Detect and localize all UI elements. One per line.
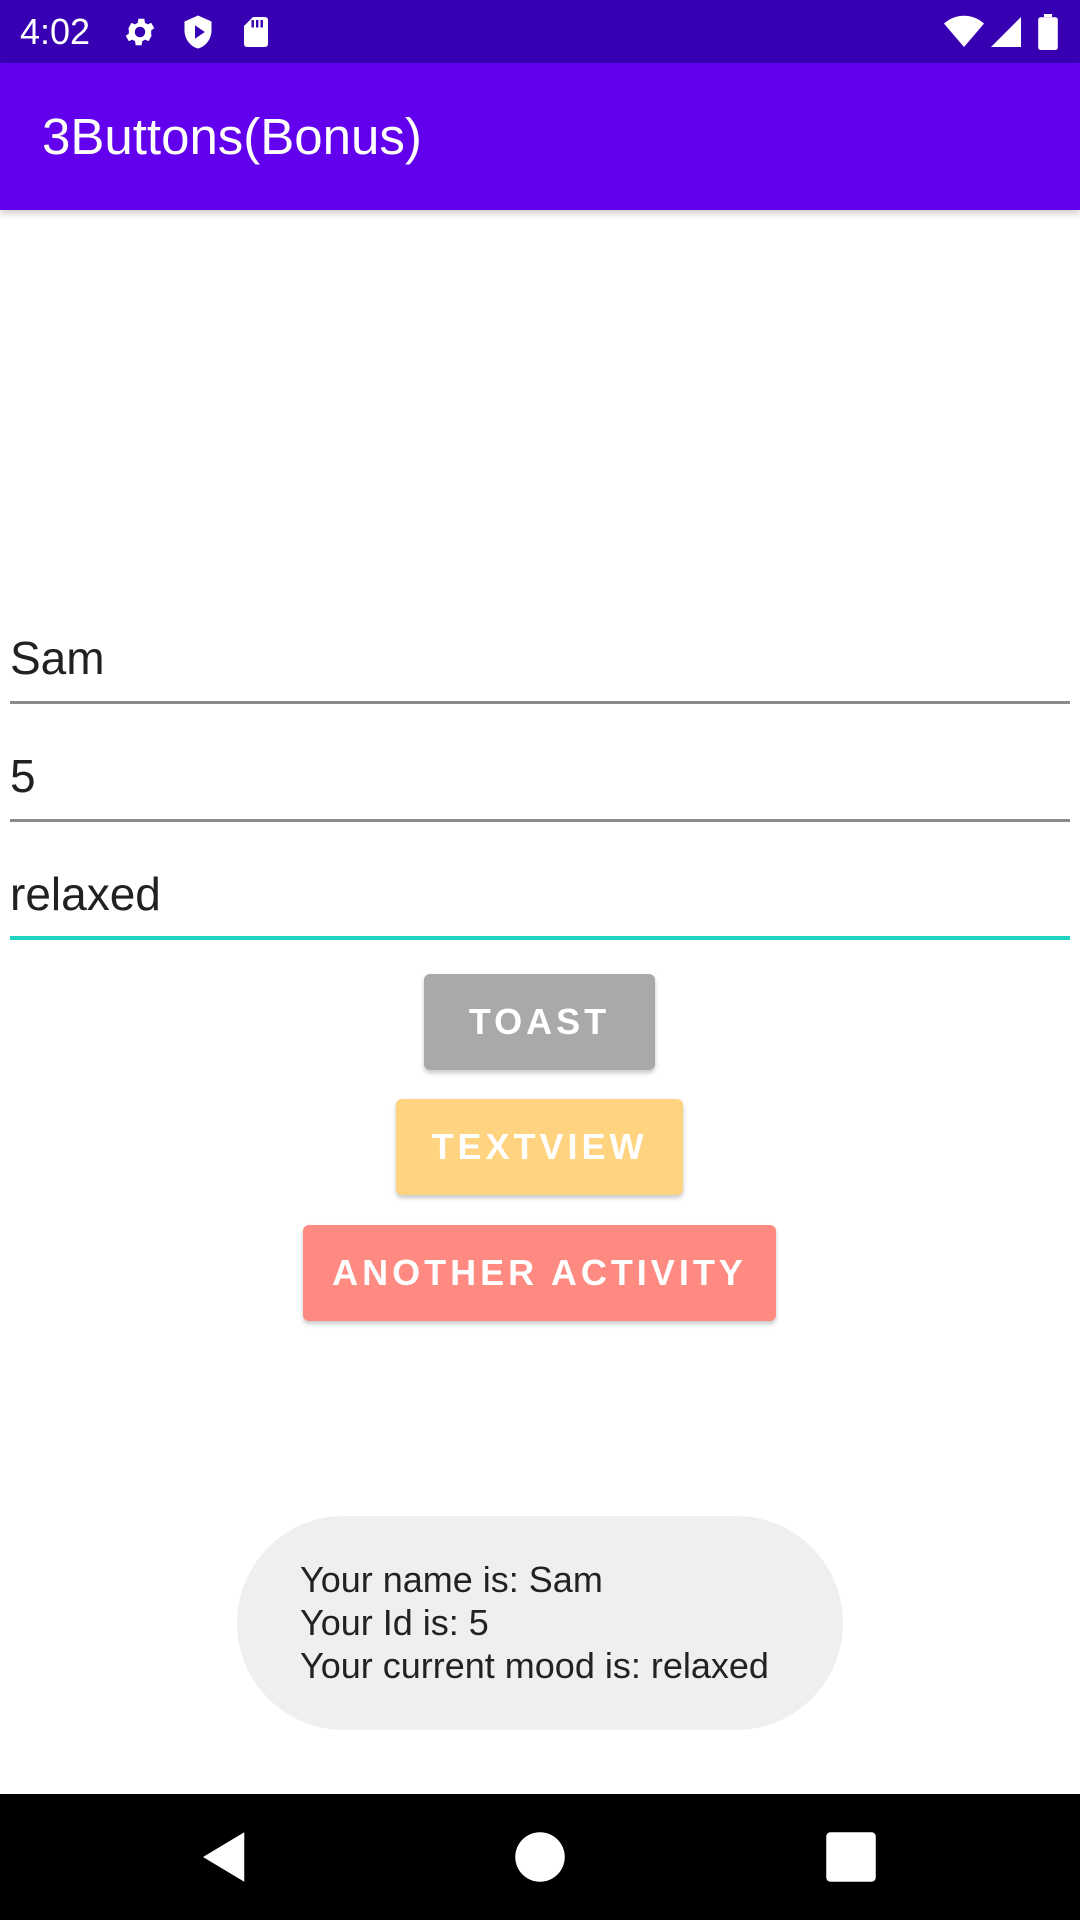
toast-line-name: Your name is: Sam [300,1559,603,1600]
toast-message: Your name is: Sam Your Id is: 5 Your cur… [237,1516,843,1730]
cell-signal-icon [991,17,1021,47]
sd-card-icon [244,17,268,47]
name-field-value: Sam [10,632,105,684]
app-screen: 4:02 3Buttons(Bonus) Sam 5 relaxed TOAST… [0,0,1080,1920]
battery-icon [1038,14,1058,50]
gear-icon [125,18,155,46]
mood-field-value: relaxed [10,868,161,920]
id-field-underline [10,819,1070,822]
app-title: 3Buttons(Bonus) [42,108,422,165]
app-bar: 3Buttons(Bonus) [0,63,1080,210]
toast-line-id: Your Id is: 5 [300,1602,489,1643]
wifi-icon [944,15,984,48]
mood-field-underline [10,936,1070,940]
toast-button[interactable]: TOAST [424,974,655,1070]
status-bar: 4:02 [0,0,1080,63]
recents-icon[interactable] [818,1824,884,1890]
id-field[interactable]: 5 [10,742,1070,822]
mood-field[interactable]: relaxed [10,860,1070,940]
textview-button[interactable]: TEXTVIEW [396,1099,683,1195]
name-field-underline [10,701,1070,704]
shield-play-icon [184,15,212,49]
home-icon[interactable] [507,1824,573,1890]
id-field-value: 5 [10,750,36,802]
toast-line-mood: Your current mood is: relaxed [300,1645,769,1686]
back-icon[interactable] [192,1824,258,1890]
navigation-bar [0,1794,1080,1920]
name-field[interactable]: Sam [10,624,1070,704]
another-activity-button[interactable]: ANOTHER ACTIVITY [303,1225,776,1321]
status-time: 4:02 [20,11,91,52]
